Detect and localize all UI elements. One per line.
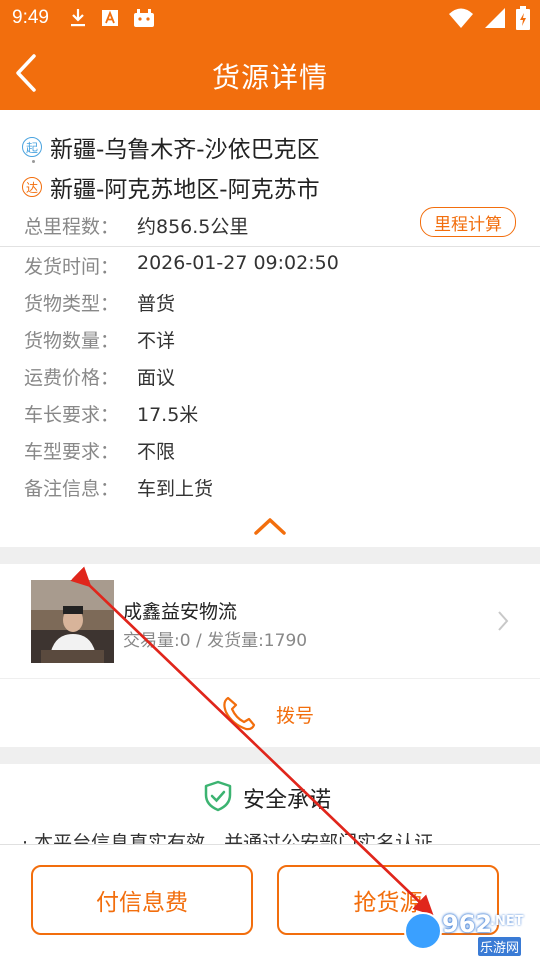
detail-value: 车到上货 — [137, 478, 214, 500]
detail-row: 车长要求： 17.5米 — [24, 400, 198, 427]
status-time: 9:49 — [12, 7, 49, 28]
status-bar: 9:49 — [0, 0, 540, 36]
app-bar: 货源详情 — [0, 36, 540, 110]
wifi-icon — [449, 8, 473, 28]
detail-label: 货物类型： — [24, 293, 120, 315]
detail-value: 普货 — [137, 293, 176, 315]
battery-icon — [516, 6, 530, 30]
call-label: 拨号 — [276, 705, 315, 727]
shipper-name: 成鑫益安物流 — [123, 601, 238, 623]
watermark-logo-icon — [404, 912, 442, 950]
route-start: 起 新疆-乌鲁木齐-沙依巴克区 — [22, 130, 320, 164]
detail-row: 备注信息： 车到上货 — [24, 474, 213, 501]
page-title: 货源详情 — [211, 61, 328, 94]
detail-label: 车长要求： — [24, 404, 120, 426]
detail-label: 车型要求： — [24, 441, 120, 463]
detail-label: 货物数量： — [24, 330, 120, 352]
detail-row: 货物数量： 不详 — [24, 326, 175, 353]
watermark: 962 .NET 乐游网 — [402, 908, 534, 956]
safety-card: 安全承诺 · 本平台信息真实有效，并通过公安部门实名认证 — [0, 764, 540, 844]
detail-value: 17.5米 — [137, 404, 199, 426]
phone-icon — [223, 696, 256, 731]
detail-value: 不详 — [137, 330, 176, 352]
avatar — [31, 580, 114, 663]
font-a-icon — [101, 10, 118, 26]
end-badge: 达 — [22, 177, 42, 197]
collapse-toggle[interactable] — [252, 514, 288, 538]
start-badge: 起 — [22, 137, 42, 157]
detail-value: 面议 — [137, 367, 176, 389]
detail-label: 发货时间： — [24, 256, 120, 278]
call-button[interactable]: 拨号 — [0, 679, 540, 747]
route-connector — [32, 160, 35, 163]
divider — [0, 246, 540, 247]
detail-label: 运费价格： — [24, 367, 120, 389]
safety-title: 安全承诺 — [243, 788, 332, 813]
shipper-card[interactable]: 成鑫益安物流 交易量:0 / 发货量:1790 — [0, 564, 540, 678]
detail-value: 2026-01-27 09:02:50 — [137, 252, 339, 274]
android-icon — [133, 9, 154, 27]
route-start-text: 新疆-乌鲁木齐-沙依巴克区 — [50, 137, 320, 163]
mileage-value: 约856.5公里 — [137, 216, 249, 238]
pay-info-fee-button[interactable]: 付信息费 — [31, 865, 253, 935]
watermark-suffix: .NET — [490, 914, 524, 929]
detail-label: 备注信息： — [24, 478, 120, 500]
download-icon — [70, 9, 85, 27]
mileage-calc-button[interactable]: 里程计算 — [420, 207, 516, 237]
detail-row: 车型要求： 不限 — [24, 437, 175, 464]
chevron-up-icon — [254, 518, 286, 535]
signal-icon — [485, 8, 505, 28]
watermark-main: 962 — [442, 910, 493, 938]
detail-row: 发货时间： 2026-01-27 09:02:50 — [24, 252, 339, 279]
detail-row: 运费价格： 面议 — [24, 363, 175, 390]
mileage-label: 总里程数： — [24, 216, 120, 238]
watermark-sub: 乐游网 — [478, 937, 522, 956]
detail-row: 货物类型： 普货 — [24, 289, 175, 316]
route-end: 达 新疆-阿克苏地区-阿克苏市 — [22, 170, 320, 204]
shield-icon — [204, 780, 232, 812]
shipper-stats: 交易量:0 / 发货量:1790 — [123, 631, 308, 651]
chevron-right-icon — [498, 611, 509, 631]
route-details-card: 起 新疆-乌鲁木齐-沙依巴克区 达 新疆-阿克苏地区-阿克苏市 总里程数： 约8… — [0, 110, 540, 547]
route-end-text: 新疆-阿克苏地区-阿克苏市 — [50, 177, 320, 203]
mileage-row: 总里程数： 约856.5公里 — [24, 212, 248, 239]
detail-value: 不限 — [137, 441, 176, 463]
safety-text: · 本平台信息真实有效，并通过公安部门实名认证 — [22, 832, 434, 844]
